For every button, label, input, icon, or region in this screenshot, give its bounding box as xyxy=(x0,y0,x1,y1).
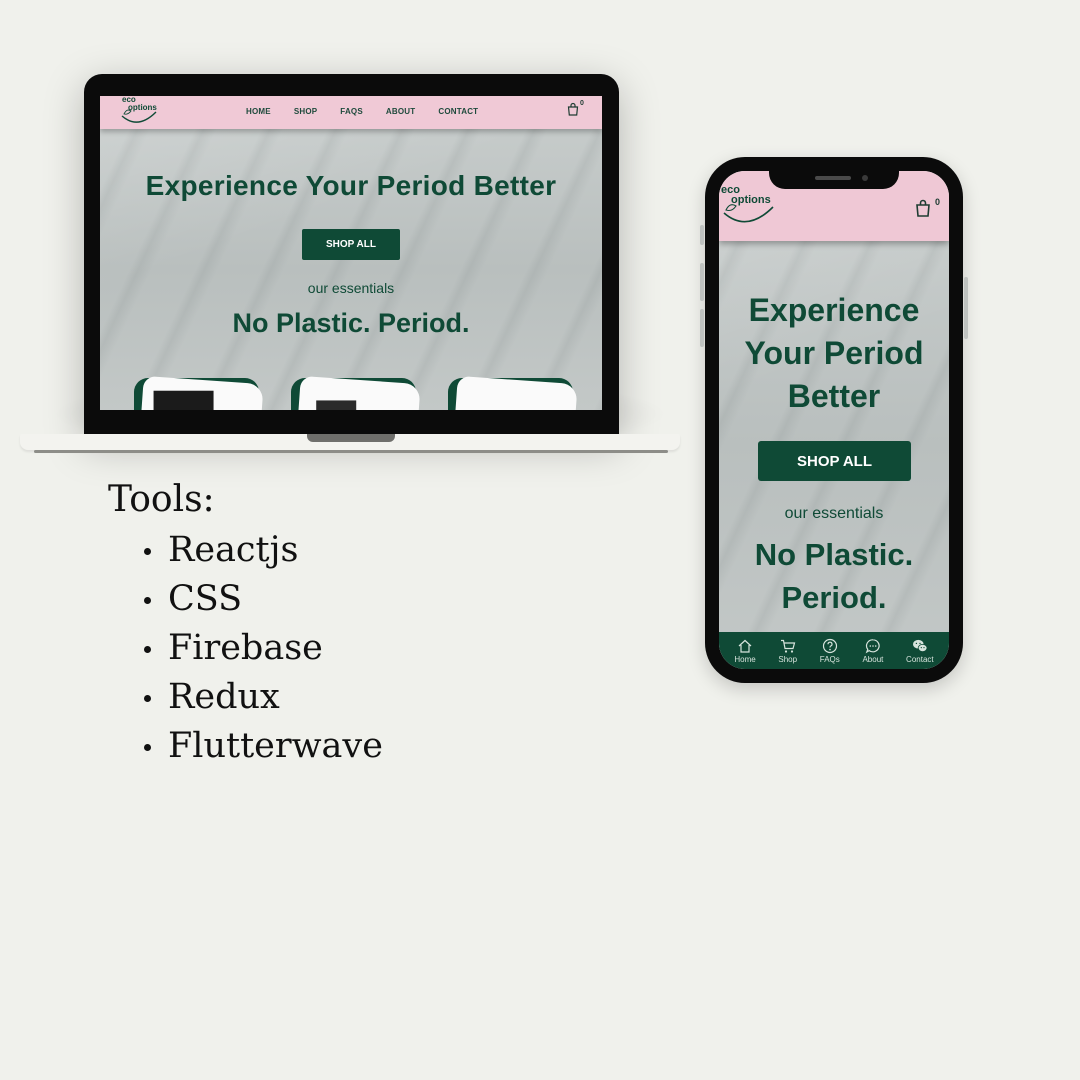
laptop-screen: eco options HOME SHOP FAQS ABOUT CONTACT… xyxy=(100,96,602,410)
product-image xyxy=(297,375,421,410)
laptop-base-edge xyxy=(34,450,668,453)
product-card[interactable] xyxy=(134,375,264,410)
tools-heading: Tools: xyxy=(108,479,215,520)
phone-side-button xyxy=(700,309,704,347)
hero-slogan-line: Period. xyxy=(781,580,887,615)
phone-side-button xyxy=(700,263,704,301)
phone-speaker xyxy=(815,176,851,180)
wechat-icon xyxy=(912,639,928,652)
tool-item: CSS xyxy=(108,575,383,624)
product-card[interactable] xyxy=(291,375,421,410)
phone-screen: eco options 0 Experience Your Period Bet… xyxy=(719,171,949,669)
nav-contact[interactable]: CONTACT xyxy=(438,107,478,116)
hero-slogan: No Plastic. Period. xyxy=(719,533,949,619)
tab-faqs[interactable]: FAQs xyxy=(820,638,840,664)
tool-label: CSS xyxy=(168,579,243,619)
tab-home[interactable]: Home xyxy=(734,638,756,664)
home-icon xyxy=(738,639,752,653)
tools-section: Tools: Reactjs CSS Firebase Redux Flutte… xyxy=(108,478,383,771)
product-image xyxy=(140,375,264,410)
bullet-icon xyxy=(144,548,151,555)
tools-list: Reactjs CSS Firebase Redux Flutterwave xyxy=(108,526,383,771)
shopping-bag-icon[interactable] xyxy=(915,199,931,217)
leaf-swoosh-icon xyxy=(723,204,774,223)
cart-count: 0 xyxy=(580,100,584,107)
hero-title: Experience Your Period Better xyxy=(719,289,949,418)
phone-camera xyxy=(862,175,868,181)
tool-item: Reactjs xyxy=(108,526,383,575)
shopping-bag-icon[interactable] xyxy=(566,102,580,116)
phone-notch xyxy=(769,171,899,189)
tool-item: Firebase xyxy=(108,624,383,673)
nav-home[interactable]: HOME xyxy=(246,107,271,116)
tab-label: Home xyxy=(734,654,756,664)
laptop-navbar: eco options HOME SHOP FAQS ABOUT CONTACT… xyxy=(100,96,602,129)
question-icon xyxy=(822,638,837,653)
hero-title-line: Better xyxy=(787,378,881,414)
hero-subtitle: our essentials xyxy=(784,505,884,522)
tool-item: Redux xyxy=(108,673,383,722)
hero-slogan: No Plastic. Period. xyxy=(232,308,470,338)
product-card[interactable] xyxy=(448,375,578,410)
shop-all-button[interactable]: SHOP ALL xyxy=(758,441,911,481)
bottom-tab-bar: Home Shop FAQs About Contact xyxy=(719,632,949,669)
tab-about[interactable]: About xyxy=(862,638,883,664)
nav-faqs[interactable]: FAQS xyxy=(340,107,363,116)
phone-side-button xyxy=(964,277,968,339)
tab-label: Shop xyxy=(778,654,798,664)
phone-mockup: eco options 0 Experience Your Period Bet… xyxy=(700,157,968,683)
leaf-swoosh-icon xyxy=(121,109,157,123)
tool-label: Flutterwave xyxy=(168,726,383,766)
nav-shop[interactable]: SHOP xyxy=(294,107,317,116)
tab-contact[interactable]: Contact xyxy=(906,638,934,664)
tab-label: Contact xyxy=(906,654,934,664)
laptop-nav-menu: HOME SHOP FAQS ABOUT CONTACT xyxy=(246,107,478,116)
bullet-icon xyxy=(144,695,151,702)
hero-title-line: Your Period xyxy=(744,335,924,371)
laptop-notch xyxy=(307,434,395,442)
product-image xyxy=(454,375,578,410)
logo[interactable]: eco options xyxy=(721,185,777,227)
logo[interactable]: eco options xyxy=(120,96,160,126)
phone-side-button xyxy=(700,225,704,245)
hero-slogan-line: No Plastic. xyxy=(754,537,914,572)
tool-label: Reactjs xyxy=(168,530,299,570)
shop-all-button[interactable]: SHOP ALL xyxy=(302,229,400,260)
tool-label: Redux xyxy=(168,677,280,717)
nav-about[interactable]: ABOUT xyxy=(386,107,415,116)
hero-title: Experience Your Period Better xyxy=(145,170,557,201)
hero-subtitle: our essentials xyxy=(307,280,395,296)
tab-label: FAQs xyxy=(819,654,840,664)
laptop-mockup: eco options HOME SHOP FAQS ABOUT CONTACT… xyxy=(20,74,680,464)
bullet-icon xyxy=(144,646,151,653)
cart-count: 0 xyxy=(935,197,941,207)
tool-item: Flutterwave xyxy=(108,722,383,771)
bullet-icon xyxy=(144,597,151,604)
tool-label: Firebase xyxy=(168,628,323,668)
chat-icon xyxy=(865,638,880,653)
bullet-icon xyxy=(144,744,151,751)
tab-shop[interactable]: Shop xyxy=(778,638,797,664)
hero-title-line: Experience xyxy=(748,292,920,328)
tab-label: About xyxy=(862,654,884,664)
cart-icon xyxy=(780,639,796,653)
